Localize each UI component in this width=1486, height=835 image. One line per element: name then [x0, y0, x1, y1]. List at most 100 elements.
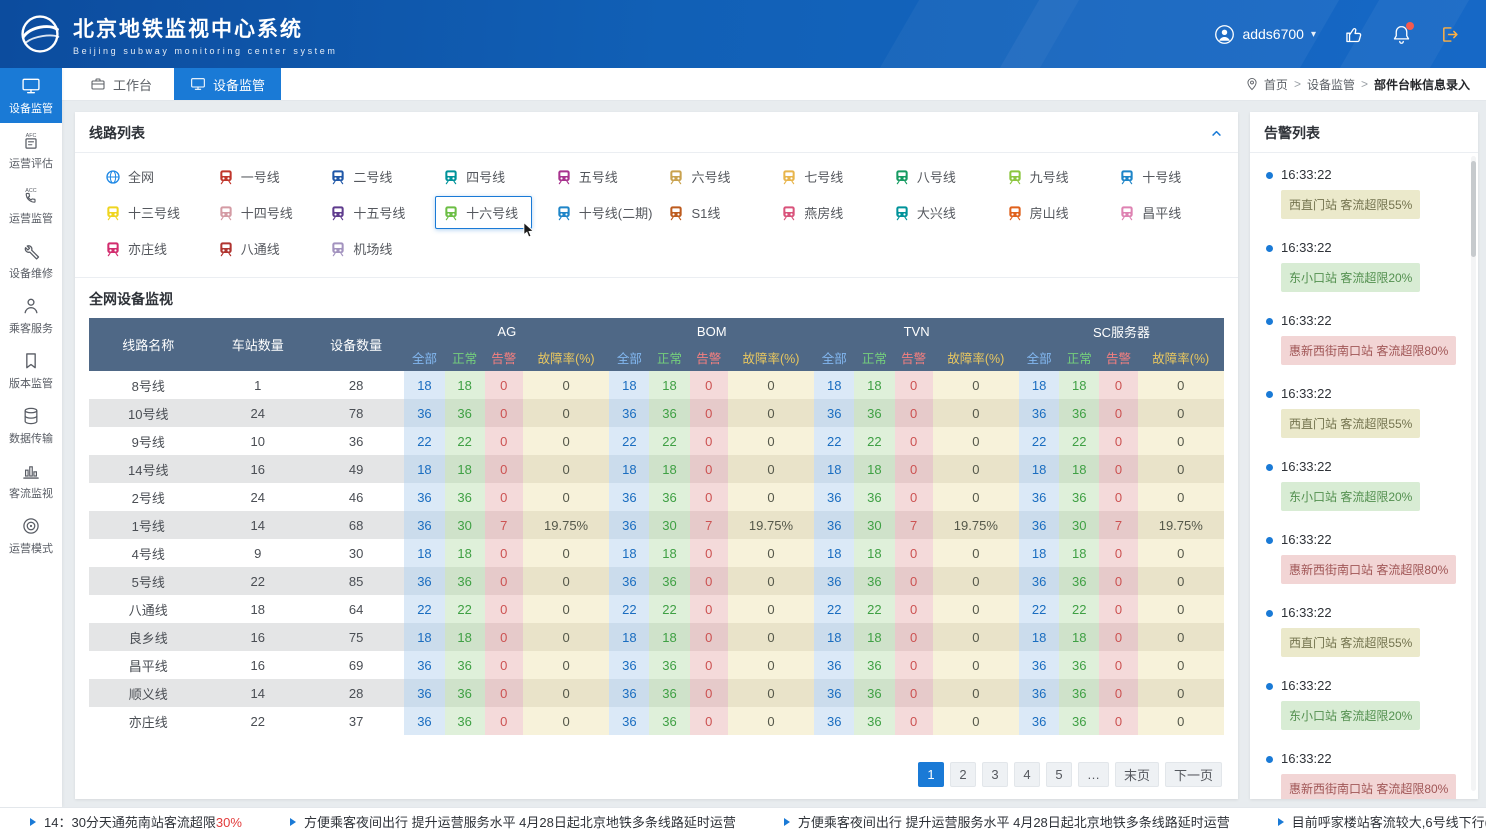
page-button-5[interactable]: 5	[1046, 762, 1072, 787]
table-sub-header: 告警	[485, 345, 523, 371]
sidebar-item-3[interactable]: 设备维修	[0, 233, 62, 288]
tab-0[interactable]: 工作台	[74, 68, 168, 100]
line-item-机场线[interactable]: 机场线	[322, 232, 400, 265]
sidebar-item-7[interactable]: 客流监视	[0, 453, 62, 508]
alert-item[interactable]: 16:33:22东小口站 客流超限20%	[1266, 668, 1464, 741]
bell-icon[interactable]	[1391, 24, 1412, 45]
line-item-燕房线[interactable]: 燕房线	[773, 196, 851, 229]
collapse-panel-button[interactable]	[1209, 126, 1224, 141]
cell-normal: 36	[1059, 707, 1099, 735]
cell-failure-rate: 0	[728, 679, 814, 707]
cell-normal: 30	[1059, 511, 1099, 539]
line-item-十六号线[interactable]: 十六号线	[435, 196, 532, 229]
cell-total: 18	[404, 623, 444, 651]
line-item-六号线[interactable]: 六号线	[660, 160, 738, 193]
line-item-五号线[interactable]: 五号线	[548, 160, 626, 193]
line-item-十四号线[interactable]: 十四号线	[210, 196, 301, 229]
ticker-item-1[interactable]: 方便乘客夜间出行 提升运营服务水平 4月28日起北京地铁多条线路延时运营	[290, 812, 736, 831]
cell-normal: 18	[649, 455, 689, 483]
cell-alarm: 0	[1099, 679, 1137, 707]
cell-normal: 18	[649, 539, 689, 567]
line-item-昌平线[interactable]: 昌平线	[1111, 196, 1189, 229]
sidebar-item-5[interactable]: 版本监管	[0, 343, 62, 398]
line-item-一号线[interactable]: 一号线	[210, 160, 288, 193]
breadcrumb-item[interactable]: 设备监管	[1307, 76, 1355, 93]
cell-alarm: 7	[690, 511, 728, 539]
alert-item[interactable]: 16:33:22西直门站 客流超限55%	[1266, 376, 1464, 449]
page-button-…[interactable]: …	[1078, 762, 1109, 787]
alert-item[interactable]: 16:33:22东小口站 客流超限20%	[1266, 449, 1464, 522]
breadcrumb-item[interactable]: 首页	[1264, 76, 1288, 93]
alert-item[interactable]: 16:33:22惠新西街南口站 客流超限80%	[1266, 303, 1464, 376]
cell-alarm: 0	[690, 427, 728, 455]
tab-1[interactable]: 设备监管	[174, 68, 281, 100]
alert-dot-icon	[1266, 391, 1273, 398]
page-button-3[interactable]: 3	[982, 762, 1008, 787]
praise-icon[interactable]	[1343, 24, 1364, 45]
alert-item[interactable]: 16:33:22西直门站 客流超限55%	[1266, 595, 1464, 668]
line-item-九号线[interactable]: 九号线	[999, 160, 1077, 193]
table-row: 5号线2285363600363600363600363600	[89, 567, 1224, 595]
line-item-全网[interactable]: 全网	[97, 160, 162, 193]
ticker-item-2[interactable]: 方便乘客夜间出行 提升运营服务水平 4月28日起北京地铁多条线路延时运营	[784, 812, 1230, 831]
cell-normal: 36	[649, 679, 689, 707]
sidebar-item-label: 客流监视	[9, 485, 53, 501]
monitor-icon	[21, 76, 41, 96]
page-button-2[interactable]: 2	[950, 762, 976, 787]
page-button-1[interactable]: 1	[918, 762, 944, 787]
line-item-十三号线[interactable]: 十三号线	[97, 196, 188, 229]
line-item-八号线[interactable]: 八号线	[886, 160, 964, 193]
table-header-cell: 车站数量	[208, 318, 308, 371]
line-item-十号线[interactable]: 十号线	[1111, 160, 1189, 193]
breadcrumb-separator: >	[1361, 77, 1368, 91]
main-panel: 线路列表 全网一号线二号线四号线五号线六号线七号线八号线九号线十号线十三号线十四…	[75, 112, 1238, 799]
cell-alarm: 0	[690, 707, 728, 735]
cell-failure-rate: 19.75%	[523, 511, 609, 539]
alert-dot-icon	[1266, 464, 1273, 471]
sidebar-item-1[interactable]: AFC运营评估	[0, 123, 62, 178]
line-item-八通线[interactable]: 八通线	[210, 232, 288, 265]
cell-total: 36	[609, 399, 649, 427]
cell-alarm: 0	[690, 567, 728, 595]
cell-alarm: 0	[895, 651, 933, 679]
table-sub-header: 告警	[690, 345, 728, 371]
logout-icon[interactable]	[1439, 24, 1460, 45]
cell-normal: 18	[649, 371, 689, 399]
sidebar-item-0[interactable]: 设备监管	[0, 68, 62, 123]
line-item-大兴线[interactable]: 大兴线	[886, 196, 964, 229]
sidebar-item-4[interactable]: 乘客服务	[0, 288, 62, 343]
cell-failure-rate: 0	[1138, 371, 1224, 399]
scrollbar-thumb[interactable]	[1471, 161, 1476, 257]
line-item-二号线[interactable]: 二号线	[322, 160, 400, 193]
user-menu[interactable]: adds6700 ▾	[1214, 24, 1316, 45]
breadcrumb-item[interactable]: 部件台帐信息录入	[1374, 76, 1470, 93]
sidebar-item-8[interactable]: 运营模式	[0, 508, 62, 563]
alert-item[interactable]: 16:33:22惠新西街南口站 客流超限80%	[1266, 741, 1464, 799]
sidebar-item-2[interactable]: ACC运营监管	[0, 178, 62, 233]
page-button-4[interactable]: 4	[1014, 762, 1040, 787]
line-item-亦庄线[interactable]: 亦庄线	[97, 232, 175, 265]
alert-item[interactable]: 16:33:22惠新西街南口站 客流超限80%	[1266, 522, 1464, 595]
line-item-房山线[interactable]: 房山线	[999, 196, 1077, 229]
line-item-S1线[interactable]: S1线	[660, 196, 728, 229]
alert-item[interactable]: 16:33:22东小口站 客流超限20%	[1266, 230, 1464, 303]
cell-alarm: 0	[1099, 427, 1137, 455]
line-item-四号线[interactable]: 四号线	[435, 160, 513, 193]
line-item-十五号线[interactable]: 十五号线	[322, 196, 413, 229]
alert-scrollbar[interactable]	[1471, 156, 1476, 791]
sidebar-item-6[interactable]: 数据传输	[0, 398, 62, 453]
page-button-下一页[interactable]: 下一页	[1165, 762, 1222, 787]
ticker-text: 方便乘客夜间出行 提升运营服务水平 4月28日起北京地铁多条线路延时运营	[798, 812, 1230, 831]
content: 线路列表 全网一号线二号线四号线五号线六号线七号线八号线九号线十号线十三号线十四…	[62, 101, 1486, 807]
line-item-十号线(二期)[interactable]: 十号线(二期)	[548, 196, 661, 229]
alert-item[interactable]: 16:33:22西直门站 客流超限55%	[1266, 157, 1464, 230]
ticker-item-0[interactable]: 14：30分天通苑南站客流超限30%	[30, 812, 242, 831]
cell-normal: 18	[445, 539, 485, 567]
cell-failure-rate: 0	[728, 539, 814, 567]
ticker-item-3[interactable]: 目前呼家楼站客流较大,6号线下行(往海淀五路居方向)在呼家楼站采取部分 在呼家楼…	[1278, 812, 1486, 831]
line-item-七号线[interactable]: 七号线	[773, 160, 851, 193]
tab-label: 设备监管	[213, 75, 265, 94]
cell-failure-rate: 0	[728, 595, 814, 623]
cell-alarm: 0	[485, 483, 523, 511]
page-button-末页[interactable]: 末页	[1115, 762, 1159, 787]
